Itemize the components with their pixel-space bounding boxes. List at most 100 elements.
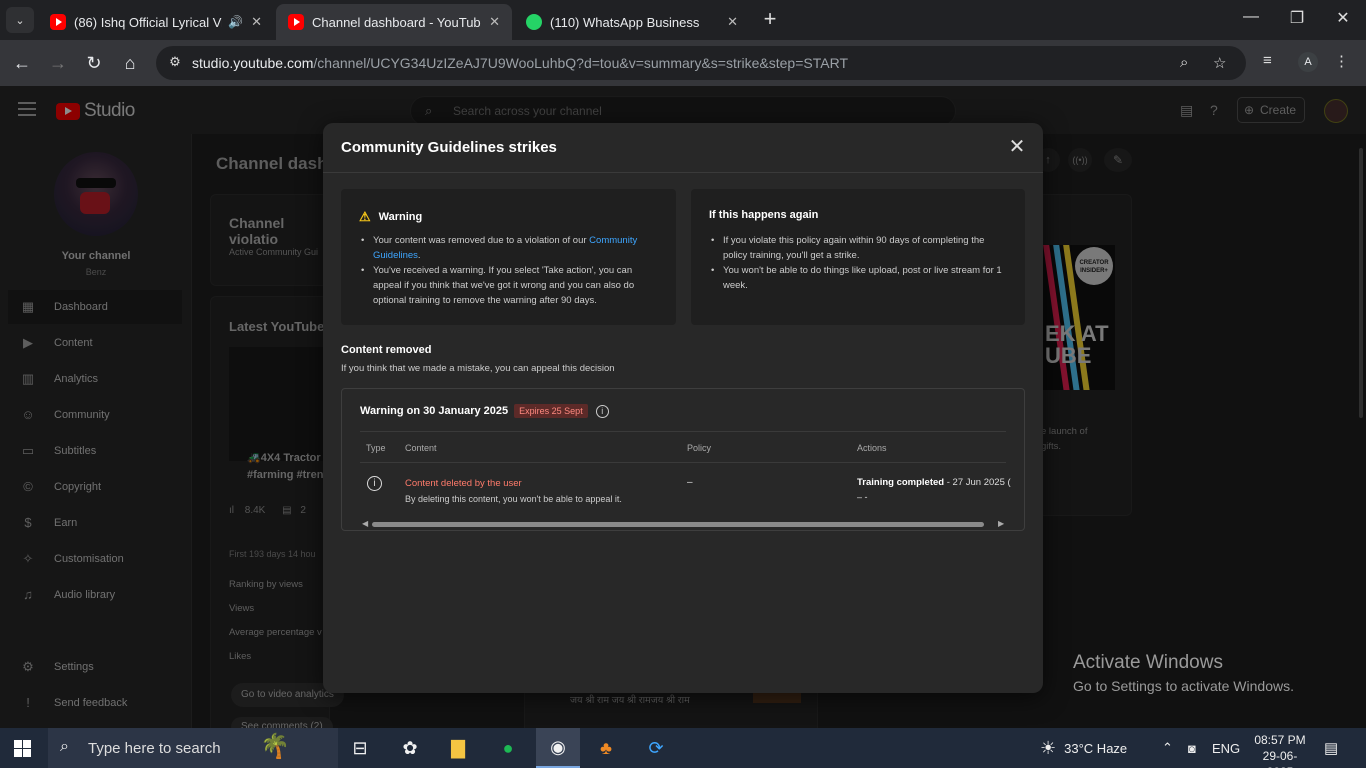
scroll-right-icon[interactable]: ▶ [998, 519, 1004, 528]
chrome-menu-icon[interactable]: ⋮ [1334, 52, 1349, 70]
activate-windows-watermark: Activate Windows Go to Settings to activ… [1073, 652, 1294, 694]
back-arrow-icon[interactable]: ← [9, 50, 35, 76]
zoom-search-icon[interactable]: ⌕ [1180, 54, 1188, 71]
minimize-icon[interactable]: — [1236, 8, 1266, 26]
content-removed-title: Content removed [341, 344, 432, 356]
bookmark-star-icon[interactable]: ☆ [1213, 54, 1226, 72]
spotify-icon[interactable]: ● [486, 728, 530, 768]
profile-avatar[interactable]: A [1298, 52, 1318, 72]
close-tab-icon[interactable]: ✕ [727, 14, 738, 30]
windows-taskbar: ⌕ Type here to search 🌴 ⊟ ✿ ▇ ● ◉ ♣ ⟳ ☀ … [0, 728, 1366, 768]
notifications-icon[interactable]: ▤ [1324, 739, 1338, 757]
taskbar-search-placeholder: Type here to search [88, 739, 221, 757]
fl-studio-icon[interactable]: ♣ [584, 728, 628, 768]
warning-bullets: Your content was removed due to a violat… [359, 233, 659, 308]
warning-heading: Warning [378, 211, 423, 223]
bullet-text: Your content was removed due to a violat… [373, 235, 590, 246]
repeat-heading: If this happens again [709, 209, 819, 221]
url-host: studio.youtube.com [192, 55, 314, 71]
table-divider [360, 431, 1006, 432]
tab-search-chevron-icon[interactable]: ⌄ [6, 7, 34, 33]
table-horizontal-scrollbar[interactable]: ◀ ▶ [360, 519, 1006, 528]
content-removed-subtitle: If you think that we made a mistake, you… [341, 363, 615, 374]
tab-title: (110) WhatsApp Business [550, 14, 700, 30]
close-icon[interactable]: ✕ [1007, 137, 1027, 157]
repeat-bullets: If you violate this policy again within … [709, 233, 1009, 293]
search-highlight-icon: 🌴 [260, 733, 290, 760]
browser-tab-strip: ⌄ (86) Ishq Official Lyrical Vide 🔊 ✕ Ch… [0, 0, 1366, 40]
tab-whatsapp[interactable]: (110) WhatsApp Business ✕ [514, 4, 750, 40]
close-tab-icon[interactable]: ✕ [489, 14, 500, 30]
action-status: Training completed - 27 Jun 2025 ( [857, 477, 1011, 488]
content-deleted-title: Content deleted by the user [405, 478, 522, 489]
warning-triangle-icon: ⚠ [359, 209, 371, 224]
tab-channel-dashboard[interactable]: Channel dashboard - YouTube S ✕ [276, 4, 512, 40]
youtube-favicon-icon [288, 14, 304, 30]
dialog-divider [323, 172, 1043, 173]
tray-chevron-icon[interactable]: ⌃ [1162, 728, 1173, 768]
app-sync-icon[interactable]: ⟳ [634, 728, 678, 768]
site-info-icon[interactable]: ⚙ [166, 54, 184, 72]
action-date: - 27 Jun 2025 ( [944, 477, 1011, 488]
reload-icon[interactable]: ↻ [81, 50, 107, 76]
speaker-icon[interactable]: 🔊 [228, 15, 243, 29]
warning-info-box: ⚠ Warning Your content was removed due t… [341, 189, 676, 325]
address-bar[interactable]: ⚙ studio.youtube.com/channel/UCYG34UzIZe… [156, 46, 1246, 80]
taskbar-search-input[interactable]: ⌕ Type here to search 🌴 [48, 728, 338, 768]
home-icon[interactable]: ⌂ [117, 50, 143, 76]
tab-ishq-video[interactable]: (86) Ishq Official Lyrical Vide 🔊 ✕ [38, 4, 274, 40]
new-tab-plus-icon[interactable]: + [758, 8, 782, 32]
strike-heading: Warning on 30 January 2025 [360, 405, 509, 417]
close-window-icon[interactable]: ✕ [1328, 8, 1358, 28]
forward-arrow-icon[interactable]: → [45, 50, 71, 76]
clock[interactable]: 08:57 PM 29-06-2025 [1250, 732, 1310, 768]
list-item: You've received a warning. If you select… [359, 263, 659, 308]
content-deleted-subtitle: By deleting this content, you won't be a… [405, 494, 622, 504]
weather-widget[interactable]: ☀ 33°C Haze [1040, 728, 1127, 768]
clock-time: 08:57 PM [1254, 733, 1306, 747]
info-circle-icon: i [367, 476, 382, 491]
scroll-left-icon[interactable]: ◀ [362, 519, 368, 528]
list-item: If you violate this policy again within … [709, 233, 1009, 263]
clock-date: 29-06-2025 [1262, 749, 1298, 768]
restore-icon[interactable]: ❐ [1282, 8, 1312, 28]
file-explorer-icon[interactable]: ▇ [436, 728, 480, 768]
browser-toolbar: ← → ↻ ⌂ ⚙ studio.youtube.com/channel/UCY… [0, 40, 1366, 86]
dialog-title: Community Guidelines strikes [341, 139, 557, 156]
scrollbar-thumb[interactable] [372, 522, 984, 527]
tab-title: Channel dashboard - YouTube S [312, 14, 481, 30]
column-header-content: Content [405, 443, 437, 453]
watermark-line-1: Activate Windows [1073, 652, 1223, 673]
url-path: /channel/UCYG34UzIZeAJ7U9WooLuhbQ?d=tou&… [313, 55, 848, 71]
windows-start-icon[interactable] [14, 740, 31, 757]
search-icon: ⌕ [60, 738, 69, 755]
list-item: You won't be able to do things like uplo… [709, 263, 1009, 293]
whatsapp-favicon-icon [526, 14, 542, 30]
column-header-policy: Policy [687, 443, 712, 453]
table-divider [360, 462, 1006, 463]
community-guidelines-strikes-dialog: Community Guidelines strikes ✕ ⚠ Warning… [323, 123, 1043, 693]
action-line-2: – - [857, 492, 868, 502]
policy-value: – [687, 477, 693, 488]
expires-badge: Expires 25 Sept [514, 404, 588, 418]
youtube-favicon-icon [50, 14, 66, 30]
training-completed-label: Training completed [857, 477, 945, 488]
tab-title: (86) Ishq Official Lyrical Vide [74, 14, 223, 30]
list-item: Your content was removed due to a violat… [359, 233, 659, 263]
task-view-icon[interactable]: ⊟ [338, 728, 382, 768]
close-tab-icon[interactable]: ✕ [251, 14, 262, 30]
bullet-text: . [417, 250, 421, 261]
info-icon[interactable]: i [595, 404, 609, 418]
language-indicator[interactable]: ENG [1212, 728, 1240, 768]
column-header-type: Type [366, 443, 386, 453]
weather-text: 33°C Haze [1064, 740, 1128, 756]
watermark-line-2: Go to Settings to activate Windows. [1073, 678, 1294, 694]
camera-icon[interactable]: ◙ [1188, 728, 1196, 768]
strike-details-box: Warning on 30 January 2025 Expires 25 Se… [341, 388, 1025, 531]
weather-sun-icon: ☀ [1040, 737, 1057, 758]
copilot-icon[interactable]: ✿ [388, 728, 432, 768]
chrome-icon[interactable]: ◉ [536, 728, 580, 768]
column-header-actions: Actions [857, 443, 887, 453]
repeat-info-box: If this happens again If you violate thi… [691, 189, 1025, 325]
media-controls-icon[interactable]: ≡ [1263, 52, 1272, 69]
